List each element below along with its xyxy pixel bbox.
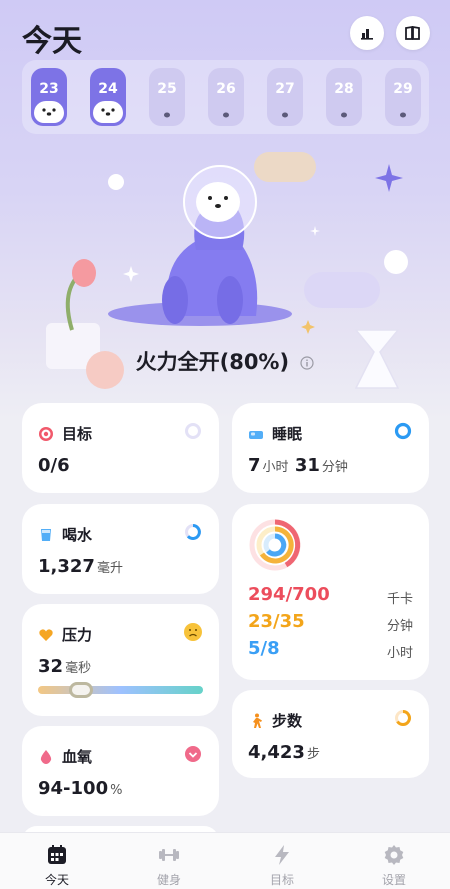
arrow-down-icon	[185, 746, 201, 762]
sleep-card[interactable]: 睡眠 7 小时 31 分钟	[232, 403, 429, 493]
mascot-face-icon	[93, 101, 123, 123]
stress-value: 32 毫秒	[38, 656, 91, 677]
tab-settings[interactable]: 设置	[354, 843, 434, 888]
stress-level-marker	[69, 682, 94, 698]
dumbbell-icon	[159, 849, 179, 861]
calories-value: 294/700	[248, 584, 330, 605]
day-28[interactable]: 28	[326, 68, 362, 126]
tab-fitness[interactable]: 健身	[129, 843, 209, 888]
day-label: 26	[216, 81, 236, 97]
walking-icon	[253, 713, 262, 728]
day-27[interactable]: 27	[267, 68, 303, 126]
mascot-face-icon	[282, 112, 288, 118]
day-label: 27	[275, 81, 295, 97]
stress-card[interactable]: 压力 32 毫秒	[22, 604, 219, 716]
tab-label: 目标	[269, 873, 294, 887]
water-card[interactable]: 喝水 1,327 毫升	[22, 504, 219, 594]
steps-amount: 4,423	[248, 742, 305, 763]
progress-ring-icon	[394, 422, 412, 440]
progress-ring-icon	[185, 524, 201, 540]
stress-amount: 32	[38, 656, 64, 677]
bottom-tab-bar: 今天 健身 目标 设置	[0, 832, 450, 889]
day-label: 25	[157, 81, 177, 97]
energy-status: 火力全开(80%)	[0, 346, 450, 376]
day-24[interactable]: 24	[90, 68, 126, 126]
day-label: 29	[393, 81, 413, 97]
activity-rings-icon	[249, 519, 301, 571]
sleep-minutes: 31	[294, 455, 320, 476]
stats-button[interactable]	[350, 16, 384, 50]
gear-icon	[384, 845, 404, 865]
stress-title: 压力	[62, 626, 93, 644]
day-label: 23	[39, 81, 59, 97]
mascot-face-icon	[400, 112, 406, 118]
stress-level-bar	[38, 682, 203, 698]
calories-unit: 千卡	[386, 592, 413, 607]
water-unit: 毫升	[96, 561, 123, 576]
book-icon	[405, 25, 420, 40]
blood-oxygen-amount: 94-100	[38, 778, 109, 799]
day-25[interactable]: 25	[149, 68, 185, 126]
week-strip: 23 24 25 26 27 28 29	[22, 60, 429, 134]
heart-icon	[39, 628, 53, 641]
page-title: 今天	[22, 24, 82, 59]
bed-icon	[249, 430, 263, 439]
blood-oxygen-card[interactable]: 血氧 94-100%	[22, 726, 219, 816]
day-label: 28	[334, 81, 354, 97]
exercise-unit: 分钟	[386, 619, 413, 634]
stand-value: 5/8	[248, 638, 280, 659]
steps-card[interactable]: 步数 4,423 步	[232, 690, 429, 778]
blood-oxygen-unit: %	[110, 783, 123, 798]
tab-label: 今天	[44, 873, 69, 887]
stand-unit: 小时	[386, 646, 413, 661]
blood-oxygen-title: 血氧	[62, 748, 93, 766]
mascot-face-icon	[164, 112, 170, 118]
water-amount: 1,327	[38, 556, 95, 577]
goal-card[interactable]: 目标 0/6	[22, 403, 219, 493]
progress-ring-icon	[395, 710, 411, 726]
blood-drop-icon	[40, 749, 52, 764]
energy-status-text: 火力全开(80%)	[135, 350, 290, 374]
day-26[interactable]: 26	[208, 68, 244, 126]
info-icon[interactable]	[300, 356, 314, 370]
tab-today[interactable]: 今天	[17, 843, 97, 888]
cup-icon	[41, 528, 51, 541]
mascot-face-icon	[341, 112, 347, 118]
sleep-hours: 7	[248, 455, 261, 476]
tab-label: 设置	[381, 873, 406, 887]
stress-unit: 毫秒	[65, 661, 92, 676]
activity-card[interactable]: 294/700 千卡 23/35 分钟 5/8 小时	[232, 504, 429, 680]
water-title: 喝水	[62, 526, 93, 544]
steps-value: 4,423 步	[248, 742, 320, 763]
exercise-value: 23/35	[248, 611, 305, 632]
goal-title: 目标	[62, 425, 93, 443]
lightning-icon	[275, 845, 289, 865]
day-23[interactable]: 23	[31, 68, 67, 126]
goal-value: 0/6	[38, 455, 70, 476]
bar-chart-icon	[361, 29, 373, 40]
calendar-icon	[48, 845, 66, 864]
steps-title: 步数	[272, 712, 303, 730]
water-value: 1,327 毫升	[38, 556, 123, 577]
sleep-minutes-unit: 分钟	[321, 460, 348, 475]
sleep-hours-unit: 小时	[262, 460, 289, 475]
mascot-face-icon	[223, 112, 229, 118]
journal-button[interactable]	[396, 16, 430, 50]
sleep-value: 7 小时 31 分钟	[248, 455, 348, 476]
sad-face-icon	[184, 623, 202, 641]
blood-oxygen-value: 94-100%	[38, 778, 122, 799]
tab-goals[interactable]: 目标	[242, 843, 322, 888]
steps-unit: 步	[306, 747, 320, 762]
day-label: 24	[98, 81, 118, 97]
progress-ring-icon	[185, 423, 201, 439]
mascot-face-icon	[34, 101, 64, 123]
tab-label: 健身	[156, 873, 181, 887]
day-29[interactable]: 29	[385, 68, 421, 126]
sleep-title: 睡眠	[272, 425, 303, 443]
target-icon	[39, 426, 53, 441]
